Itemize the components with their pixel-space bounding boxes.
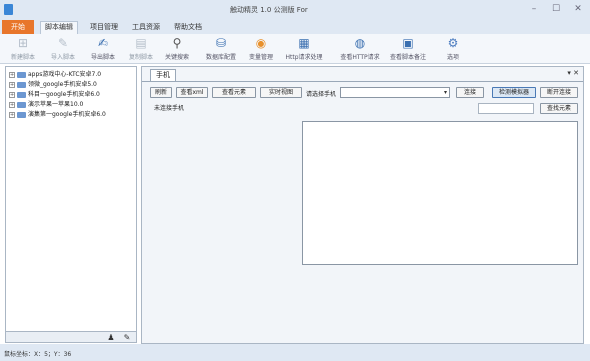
expand-icon[interactable]: + (9, 81, 15, 88)
http-icon: ▦ (298, 36, 310, 50)
export-script-button[interactable]: ✍ 导出脚本 (84, 36, 122, 63)
view-note-icon: ▣ (402, 36, 414, 50)
find-element-button[interactable]: 查找元素 (540, 103, 578, 114)
expand-icon[interactable]: + (9, 91, 15, 98)
database-icon: ⛁ (215, 36, 227, 50)
tree-item[interactable]: + 领微_google手机安卓5.0 (9, 80, 97, 89)
phone-screen-view[interactable] (302, 121, 578, 265)
variable-manage-button[interactable]: ◉ 变量管理 (242, 36, 280, 63)
menu-script-edit[interactable]: 脚本编辑 (40, 21, 78, 34)
import-script-icon: ✎ (57, 36, 69, 50)
copy-script-button[interactable]: ▤ 复制脚本 (122, 36, 160, 63)
options-button[interactable]: ⚙ 选项 (440, 36, 466, 63)
menu-help-docs[interactable]: 帮助文档 (170, 22, 206, 33)
expand-icon[interactable]: + (9, 101, 15, 108)
search-button[interactable]: ⚲ 关键搜索 (158, 36, 196, 63)
phone-select[interactable]: ▾ (340, 87, 450, 98)
find-element-input[interactable] (478, 103, 534, 114)
menu-bar: 开始 脚本编辑 项目管理 工具资源 帮助文档 (0, 20, 590, 34)
script-tree-panel: + apps游戏中心-KTC安卓7.0 + 领微_google手机安卓5.0 + 科目… (5, 66, 137, 342)
folder-icon (17, 91, 26, 98)
tree-item[interactable]: + 演示苹果一苹果10.0 (9, 100, 83, 109)
realtime-view-button[interactable]: 实时视图 (260, 87, 302, 98)
http-request-button[interactable]: ▦ Http请求处理 (282, 36, 326, 63)
search-icon: ⚲ (172, 36, 182, 50)
copy-script-icon: ▤ (135, 36, 147, 50)
gear-icon: ⚙ (447, 36, 459, 50)
edit-icon[interactable]: ✎ (122, 333, 132, 342)
select-phone-label: 请选择手机 (306, 91, 337, 98)
import-script-button[interactable]: ✎ 导入脚本 (44, 36, 82, 63)
tree-item[interactable]: + 演集第一google手机安卓6.0 (9, 110, 106, 119)
menu-tool-resources[interactable]: 工具资源 (128, 22, 164, 33)
view-screen-button[interactable]: 检测模拟器 (492, 87, 536, 98)
view-note-button[interactable]: ▣ 查看脚本备注 (386, 36, 430, 63)
mouse-coordinates: 鼠标坐标：X：5；Y：36 (4, 351, 72, 358)
view-http-button[interactable]: ◍ 查看HTTP请求 (338, 36, 382, 63)
tab-controls[interactable]: ▾ ✕ (567, 69, 579, 77)
tab-divider (142, 81, 583, 82)
folder-icon (17, 71, 26, 78)
expand-icon[interactable]: + (9, 71, 15, 78)
new-script-button[interactable]: ⊞ 新建脚本 (4, 36, 42, 63)
menu-project-manage[interactable]: 项目管理 (86, 22, 122, 33)
expand-icon[interactable]: + (9, 111, 15, 118)
disconnect-button[interactable]: 断开连接 (540, 87, 578, 98)
export-script-icon: ✍ (97, 36, 109, 50)
chevron-down-icon: ▾ (443, 89, 447, 96)
refresh-button[interactable]: 刷新 (150, 87, 172, 98)
window-title: 触动精灵 1.0 公测版 For (230, 6, 308, 14)
database-config-button[interactable]: ⛁ 数据库配置 (202, 36, 240, 63)
close-button[interactable]: ✕ (572, 3, 584, 15)
view-http-icon: ◍ (354, 36, 366, 50)
connect-button[interactable]: 连接 (456, 87, 484, 98)
folder-icon (17, 101, 26, 108)
people-icon[interactable]: ♟ (106, 333, 116, 342)
connection-status: 未连接手机 (154, 105, 185, 112)
status-bar: 鼠标坐标：X：5；Y：36 (0, 344, 590, 361)
new-script-icon: ⊞ (17, 36, 29, 50)
app-icon (4, 4, 13, 15)
phone-panel: 手机 ▾ ✕ 刷新 查看xml 查看元素 实时视图 请选择手机 ▾ 连接 检测模… (141, 66, 584, 344)
title-bar: 触动精灵 1.0 公测版 For – ☐ ✕ (0, 0, 590, 20)
minimize-button[interactable]: – (528, 3, 540, 15)
view-xml-button[interactable]: 查看xml (176, 87, 208, 98)
menu-start[interactable]: 开始 (2, 20, 34, 34)
view-elements-button[interactable]: 查看元素 (212, 87, 256, 98)
maximize-button[interactable]: ☐ (550, 3, 562, 15)
tree-toolbar: ♟ ✎ (5, 331, 137, 343)
tree-item[interactable]: + apps游戏中心-KTC安卓7.0 (9, 70, 101, 79)
folder-icon (17, 111, 26, 118)
tree-item[interactable]: + 科目一google手机安卓6.0 (9, 90, 100, 99)
folder-icon (17, 81, 26, 88)
variable-icon: ◉ (255, 36, 267, 50)
ribbon-toolbar: ⊞ 新建脚本 ✎ 导入脚本 ✍ 导出脚本 ▤ 复制脚本 ⚲ 关键搜索 ⛁ 数据库… (0, 34, 590, 64)
tab-phone[interactable]: 手机 (150, 69, 176, 81)
